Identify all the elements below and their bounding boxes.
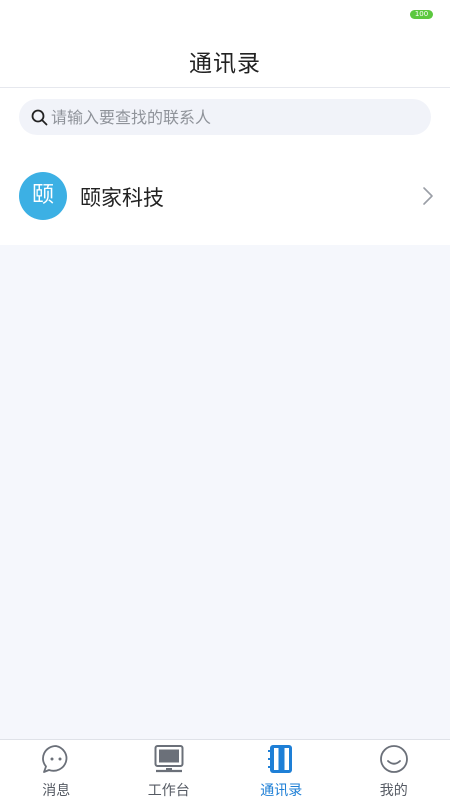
list-item[interactable]: 颐 颐家科技 [0,148,450,245]
smile-icon [379,745,408,773]
tab-contacts[interactable]: 通讯录 [225,740,338,800]
tab-workbench[interactable]: 工作台 [113,740,226,800]
search-input[interactable] [51,99,411,135]
avatar: 颐 [19,172,67,220]
contact-list: 颐 颐家科技 [0,148,450,245]
address-book-icon [268,745,293,773]
header: 通讯录 [0,30,450,88]
tab-label: 消息 [42,783,71,799]
monitor-icon [154,745,184,773]
search-box[interactable] [19,99,431,135]
contact-name: 颐家科技 [80,186,164,210]
chat-bubble-icon [42,745,68,773]
tab-bar: 消息 工作台 通讯录 我的 [0,739,450,800]
search-icon [31,109,48,126]
tab-label: 通讯录 [260,783,303,799]
battery-icon: 100 [410,10,433,19]
status-bar: 100 [0,0,450,30]
search-area [0,88,450,148]
tab-label: 我的 [379,783,408,799]
tab-label: 工作台 [147,783,190,799]
tab-mine[interactable]: 我的 [338,740,450,800]
chevron-right-icon [423,187,433,205]
page-title: 通讯录 [189,51,261,77]
battery-level: 100 [414,10,429,18]
tab-messages[interactable]: 消息 [0,740,113,800]
